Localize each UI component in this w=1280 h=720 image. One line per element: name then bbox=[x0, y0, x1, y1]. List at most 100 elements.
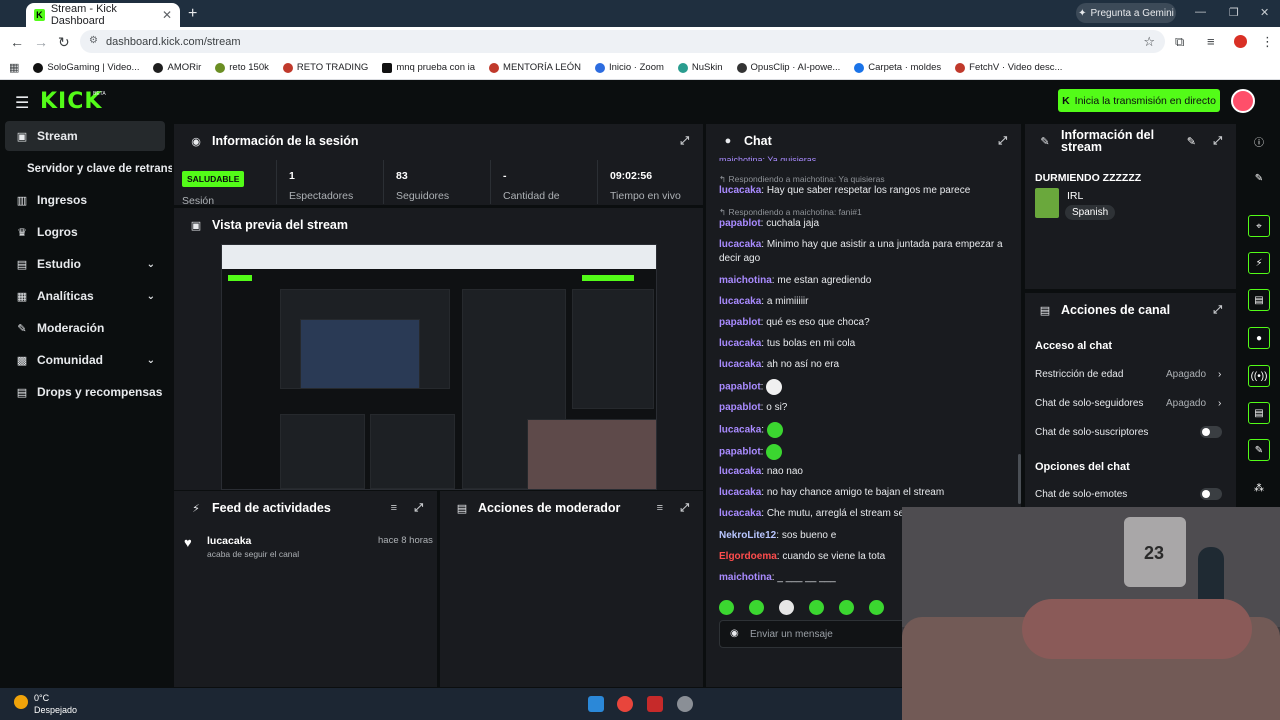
sidebar-item-estudio[interactable]: ▤ Estudio ⌄ bbox=[0, 249, 172, 279]
chat-message: lucacaka: nao nao bbox=[719, 466, 803, 477]
followers-only-row[interactable]: Chat de solo-seguidores Apagado › bbox=[1035, 398, 1225, 409]
weather-icon[interactable] bbox=[14, 695, 28, 709]
chevron-right-icon: › bbox=[1218, 369, 1222, 380]
address-bar: ← → ↻ ⚙ dashboard.kick.com/stream ☆ ⧉ ≡ … bbox=[0, 27, 1280, 56]
extensions-icon[interactable]: ⧉ bbox=[1175, 34, 1184, 50]
gemini-button[interactable]: ✦ Pregunta a Gemini bbox=[1076, 3, 1176, 23]
chat-access-label: Acceso al chat bbox=[1035, 340, 1113, 352]
bookmark-item[interactable]: Carpeta · moldes bbox=[854, 62, 941, 73]
emote-quickbar bbox=[719, 600, 884, 615]
url-input[interactable]: ⚙ dashboard.kick.com/stream ☆ bbox=[80, 30, 1165, 53]
emotes-only-toggle[interactable] bbox=[1200, 488, 1222, 500]
document-icon[interactable]: ▤ bbox=[1248, 289, 1270, 311]
maximize-icon[interactable]: ❐ bbox=[1229, 6, 1239, 19]
chat-message: lucacaka: bbox=[719, 422, 1009, 438]
broadcast-icon[interactable]: ((•)) bbox=[1248, 365, 1270, 387]
hamburger-menu-icon[interactable]: ☰ bbox=[15, 93, 29, 113]
minimize-icon[interactable]: — bbox=[1195, 6, 1206, 18]
bookmark-item[interactable]: Inicio · Zoom bbox=[594, 62, 664, 73]
sidebar-item-logros[interactable]: ♛ Logros bbox=[0, 217, 172, 247]
windows-taskbar: 0°C Despejado bbox=[0, 688, 902, 720]
bookmark-item[interactable]: FetchV · Video desc... bbox=[955, 62, 1062, 73]
emote-icon[interactable] bbox=[719, 600, 734, 615]
bookmark-item[interactable]: SoloGaming | Video... bbox=[33, 62, 139, 73]
expand-icon[interactable]: ⤢ bbox=[998, 135, 1007, 148]
preview-icon: ▣ bbox=[190, 219, 202, 232]
bookmark-item[interactable]: RETO TRADING bbox=[282, 62, 368, 73]
emote-icon[interactable] bbox=[779, 600, 794, 615]
bookmark-star-icon[interactable]: ☆ bbox=[1143, 34, 1155, 50]
edit-icon[interactable]: ✎ bbox=[1248, 167, 1270, 189]
sidebar-item-server-key[interactable]: Servidor y clave de retransmisión bbox=[0, 154, 172, 184]
chat-scrollbar[interactable] bbox=[1018, 454, 1021, 504]
expand-icon[interactable]: ⤢ bbox=[1213, 304, 1222, 317]
emote-icon[interactable] bbox=[749, 600, 764, 615]
emote-icon[interactable] bbox=[869, 600, 884, 615]
chat-message: papablot: o si? bbox=[719, 402, 788, 413]
session-label: Sesión bbox=[182, 195, 215, 207]
bookmark-item[interactable]: AMORir bbox=[153, 62, 201, 73]
chrome-icon[interactable] bbox=[617, 696, 633, 712]
age-restriction-row[interactable]: Restricción de edad Apagado › bbox=[1035, 369, 1225, 380]
chat-message: lucacaka: a mimiiiiir bbox=[719, 296, 809, 307]
expand-icon[interactable]: ⤢ bbox=[414, 502, 423, 515]
sidebar-item-analiticas[interactable]: ▦ Analíticas ⌄ bbox=[0, 281, 172, 311]
analytics-icon: ▦ bbox=[16, 290, 28, 303]
expand-icon[interactable]: ⤢ bbox=[680, 135, 689, 148]
emote-icon[interactable] bbox=[839, 600, 854, 615]
back-icon[interactable]: ← bbox=[10, 34, 24, 50]
filter-icon[interactable]: ≡ bbox=[657, 502, 663, 514]
info-icon[interactable]: ⓘ bbox=[1248, 130, 1270, 152]
preview-webcam bbox=[527, 419, 656, 489]
edit-pencil-icon[interactable]: ✎ bbox=[1187, 135, 1196, 148]
share-icon[interactable]: ⁂ bbox=[1248, 477, 1270, 499]
document-icon: ▤ bbox=[456, 502, 468, 515]
emoji-icon[interactable]: ◉ bbox=[730, 628, 739, 639]
menu-icon[interactable]: ⋮ bbox=[1261, 34, 1274, 50]
emote-icon[interactable] bbox=[809, 600, 824, 615]
preview-golive bbox=[582, 275, 634, 281]
close-tab-icon[interactable]: ✕ bbox=[162, 8, 172, 22]
clip-icon[interactable]: ⌖ bbox=[1248, 215, 1270, 237]
bookmark-item[interactable]: OpusClip · AI-powe... bbox=[736, 62, 840, 73]
heart-icon: ♥ bbox=[184, 535, 192, 550]
bookmark-item[interactable]: MENTORÍA LEÓN bbox=[489, 62, 581, 73]
chat-input[interactable]: ◉ Enviar un mensaje bbox=[719, 620, 919, 648]
bookmark-item[interactable]: mnq prueba con ia bbox=[382, 62, 475, 73]
site-info-icon[interactable]: ⚙ bbox=[89, 35, 98, 46]
close-window-icon[interactable]: ✕ bbox=[1260, 6, 1269, 19]
expand-icon[interactable]: ⤢ bbox=[680, 502, 689, 515]
preview-dashboard bbox=[222, 269, 656, 489]
bookmark-item[interactable]: reto 150k bbox=[215, 62, 269, 73]
chat-message: lucacaka: Hay que saber respetar los ran… bbox=[719, 185, 971, 196]
forward-icon[interactable]: → bbox=[34, 34, 48, 50]
media-icon[interactable]: ≡ bbox=[1207, 34, 1215, 49]
app-icon[interactable] bbox=[647, 696, 663, 712]
filter-icon[interactable]: ≡ bbox=[391, 502, 397, 514]
channel-actions-panel: ▤ Acciones de canal ⤢ Acceso al chat Res… bbox=[1025, 293, 1236, 507]
sidebar-item-drops[interactable]: ▤ Drops y recompensas bbox=[0, 377, 172, 407]
wrench-icon[interactable]: ✎ bbox=[1248, 439, 1270, 461]
app-icon[interactable] bbox=[677, 696, 693, 712]
windows-start-icon[interactable] bbox=[588, 696, 604, 712]
sidebar-item-comunidad[interactable]: ▩ Comunidad ⌄ bbox=[0, 345, 172, 375]
avatar[interactable] bbox=[1231, 89, 1255, 113]
preview-block bbox=[572, 289, 654, 409]
trophy-icon: ♛ bbox=[17, 226, 27, 239]
expand-icon[interactable]: ⤢ bbox=[1213, 135, 1222, 148]
chat-icon[interactable]: ● bbox=[1248, 327, 1270, 349]
reload-icon[interactable]: ↻ bbox=[58, 34, 70, 51]
browser-tab[interactable]: K Stream - Kick Dashboard ✕ bbox=[26, 3, 180, 27]
bolt-icon[interactable]: ⚡ bbox=[1248, 252, 1270, 274]
profile-icon[interactable] bbox=[1234, 35, 1247, 48]
sidebar-item-moderacion[interactable]: ✎ Moderación bbox=[0, 313, 172, 343]
bookmark-item[interactable]: NuSkin bbox=[677, 62, 723, 73]
new-tab-icon[interactable]: + bbox=[188, 5, 197, 23]
sidebar-item-stream[interactable]: ▣ Stream bbox=[5, 121, 165, 151]
sidebar-item-ingresos[interactable]: ▥ Ingresos bbox=[0, 185, 172, 215]
go-live-button[interactable]: K Inicia la transmisión en directo bbox=[1058, 89, 1220, 112]
subscribers-only-toggle[interactable] bbox=[1200, 426, 1222, 438]
apps-icon[interactable]: ▦ bbox=[9, 61, 19, 74]
channel-icon[interactable]: ▤ bbox=[1248, 402, 1270, 424]
stream-preview-video[interactable] bbox=[221, 244, 657, 490]
